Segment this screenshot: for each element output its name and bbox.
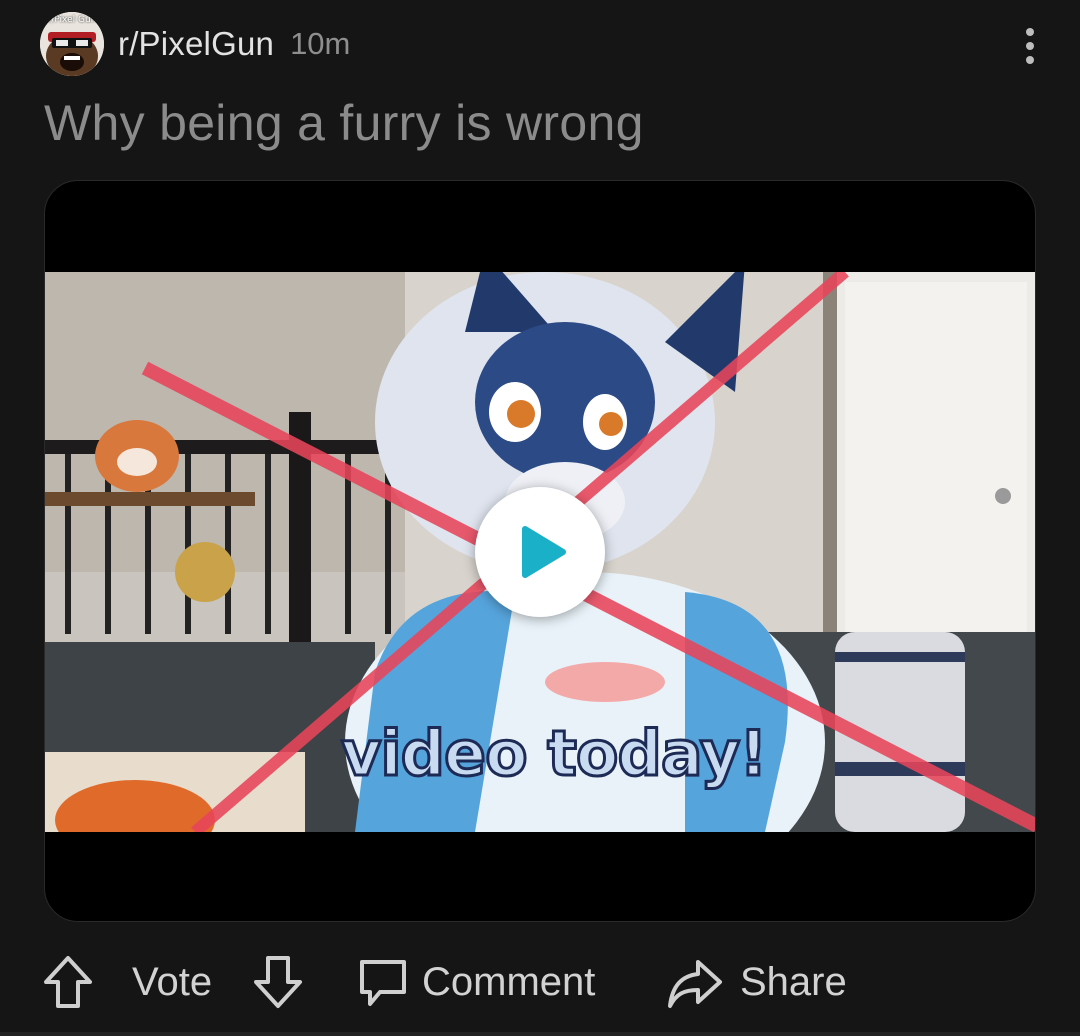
- downvote-arrow-icon: [254, 956, 302, 1008]
- share-arrow-icon: [668, 960, 722, 1008]
- post-time: 10m: [290, 26, 351, 61]
- comment-bubble-icon: [360, 960, 406, 1006]
- comment-label: Comment: [422, 959, 596, 1004]
- post-title[interactable]: Why being a furry is wrong: [44, 94, 644, 152]
- subreddit-name[interactable]: r/PixelGun: [118, 25, 274, 63]
- video-overlay-caption: video today!: [340, 716, 770, 792]
- share-label: Share: [740, 959, 847, 1004]
- avatar-label: r/Pixel Gun: [47, 15, 97, 25]
- post-header: r/Pixel Gun r/PixelGun 10m: [40, 12, 1050, 76]
- play-button[interactable]: [475, 487, 605, 617]
- play-icon: [522, 526, 566, 578]
- more-options-icon[interactable]: [1020, 28, 1040, 64]
- upvote-arrow-icon: [44, 956, 92, 1008]
- comment-button[interactable]: Comment: [356, 942, 595, 1022]
- video-player[interactable]: video today!: [44, 180, 1036, 922]
- share-button[interactable]: Share: [664, 942, 847, 1022]
- subreddit-avatar[interactable]: r/Pixel Gun: [40, 12, 104, 76]
- downvote-button[interactable]: [250, 942, 306, 1022]
- upvote-button[interactable]: [40, 942, 96, 1022]
- post-action-bar: Vote Comment Share: [40, 942, 1060, 1022]
- divider: [0, 1032, 1080, 1036]
- vote-label: Vote: [132, 959, 213, 1004]
- vote-count: Vote: [132, 942, 212, 1022]
